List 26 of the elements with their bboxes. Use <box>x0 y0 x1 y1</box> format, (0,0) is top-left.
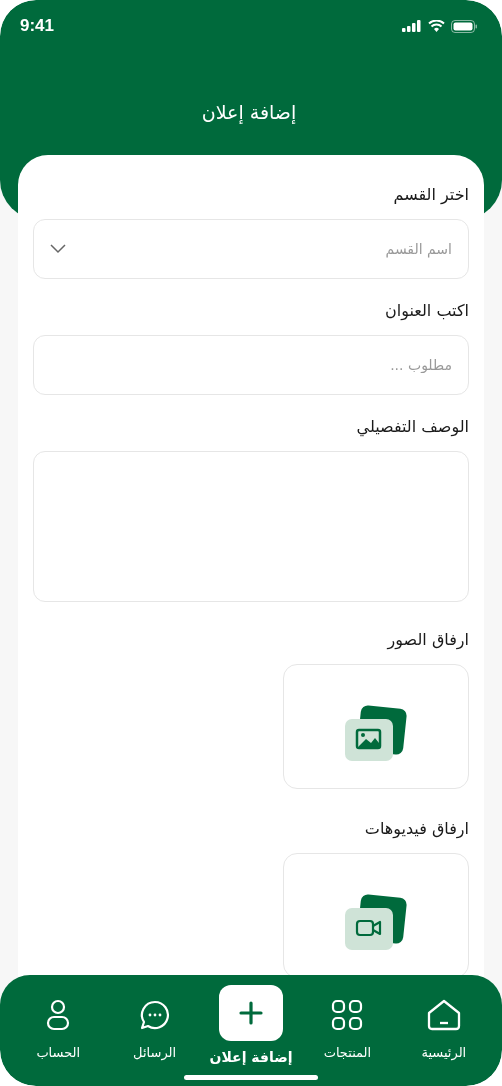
status-time: 9:41 <box>20 16 55 36</box>
nav-tab[interactable]: إضافة إعلان <box>211 985 292 1086</box>
field-label: اختر القسم <box>392 185 469 204</box>
grid-icon <box>331 999 364 1031</box>
wifi-icon <box>428 20 445 32</box>
field-label: اكتب العنوان <box>384 301 469 320</box>
nav-tab[interactable]: الرئيسية <box>403 985 484 1086</box>
plus-icon <box>239 1001 264 1025</box>
page-title: إضافة إعلان <box>200 101 298 123</box>
home-icon <box>426 999 461 1031</box>
title-input-field[interactable]: مطلوب ... <box>33 335 469 395</box>
user-icon <box>46 999 71 1031</box>
video-icon <box>344 893 408 950</box>
photos-icon <box>344 704 408 761</box>
upload-label: ارفاق فيديوهات <box>363 819 469 838</box>
upload-label: ارفاق الصور <box>385 630 469 649</box>
nav-tab[interactable]: المنتجات <box>307 985 388 1086</box>
signal-icon <box>402 20 422 32</box>
nav-tab[interactable]: الرسائل <box>114 985 195 1086</box>
field-label: الوصف التفصيلي <box>355 417 469 436</box>
chat-bubble-icon <box>139 1000 170 1030</box>
image-upload-button[interactable] <box>283 664 469 789</box>
battery-icon <box>451 19 478 33</box>
nav-tab[interactable]: الحساب <box>18 985 99 1086</box>
chevron-down-icon <box>50 244 66 254</box>
description-field[interactable] <box>33 451 469 602</box>
